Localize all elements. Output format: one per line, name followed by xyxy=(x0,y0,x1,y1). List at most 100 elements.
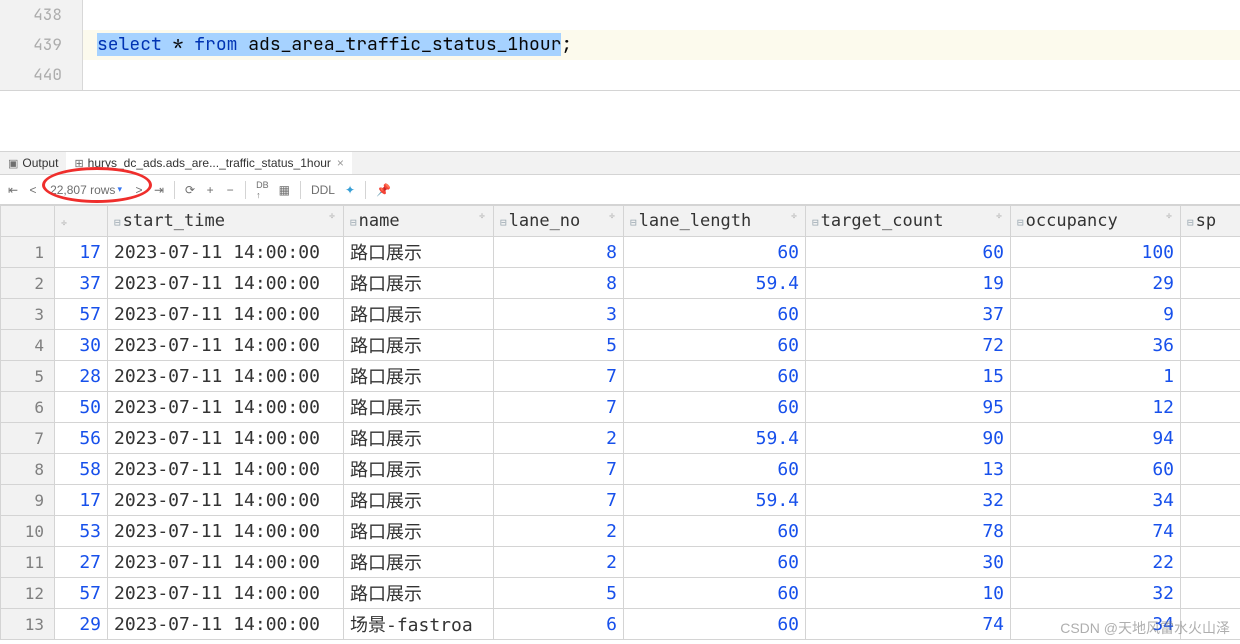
cell[interactable]: 78 xyxy=(806,516,1011,547)
cell[interactable]: 58 xyxy=(55,454,108,485)
col-header[interactable]: ⊟name÷ xyxy=(344,206,494,237)
rownum-header[interactable] xyxy=(1,206,55,237)
cell[interactable]: 路口展示 xyxy=(344,392,494,423)
cell[interactable]: 8 xyxy=(494,237,624,268)
cell[interactable]: 72 xyxy=(806,330,1011,361)
cell[interactable]: 路口展示 xyxy=(344,237,494,268)
cell[interactable]: 2023-07-11 14:00:00 xyxy=(108,392,344,423)
cell[interactable]: 36 xyxy=(1011,330,1181,361)
cell[interactable] xyxy=(1181,609,1240,640)
cell[interactable] xyxy=(1181,454,1240,485)
cell[interactable]: 30 xyxy=(55,330,108,361)
table-row[interactable]: 12572023-07-11 14:00:00路口展示5601032 xyxy=(1,578,1240,609)
cell[interactable]: 27 xyxy=(55,547,108,578)
editor-content[interactable]: select * from ads_area_traffic_status_1h… xyxy=(83,0,1240,90)
cell[interactable]: 100 xyxy=(1011,237,1181,268)
cell[interactable]: 6 xyxy=(494,609,624,640)
cell[interactable]: 2023-07-11 14:00:00 xyxy=(108,578,344,609)
cell[interactable]: 60 xyxy=(624,578,806,609)
rownum-cell[interactable]: 6 xyxy=(1,392,55,423)
cell[interactable]: 2 xyxy=(494,423,624,454)
cell[interactable]: 94 xyxy=(1011,423,1181,454)
rownum-cell[interactable]: 3 xyxy=(1,299,55,330)
cell[interactable]: 7 xyxy=(494,485,624,516)
rownum-cell[interactable]: 5 xyxy=(1,361,55,392)
cell[interactable]: 2023-07-11 14:00:00 xyxy=(108,485,344,516)
rownum-cell[interactable]: 9 xyxy=(1,485,55,516)
cell[interactable]: 13 xyxy=(806,454,1011,485)
rownum-cell[interactable]: 8 xyxy=(1,454,55,485)
commit-button[interactable]: DB↑ xyxy=(252,178,273,202)
cell[interactable]: 60 xyxy=(1011,454,1181,485)
cell[interactable]: 2023-07-11 14:00:00 xyxy=(108,361,344,392)
table-row[interactable]: 4302023-07-11 14:00:00路口展示5607236 xyxy=(1,330,1240,361)
cell[interactable]: 1 xyxy=(1011,361,1181,392)
cell[interactable]: 7 xyxy=(494,454,624,485)
tab-result[interactable]: ⊞ hurys_dc_ads.ads_are..._traffic_status… xyxy=(66,152,352,174)
cell[interactable]: 路口展示 xyxy=(344,454,494,485)
col-header[interactable]: ⊟lane_length÷ xyxy=(624,206,806,237)
cell[interactable]: 34 xyxy=(1011,609,1181,640)
cell[interactable]: 37 xyxy=(806,299,1011,330)
cell[interactable]: 17 xyxy=(55,237,108,268)
cell[interactable] xyxy=(1181,578,1240,609)
col-header[interactable]: ⊟lane_no÷ xyxy=(494,206,624,237)
cell[interactable]: 7 xyxy=(494,392,624,423)
cell[interactable]: 路口展示 xyxy=(344,578,494,609)
cell[interactable]: 路口展示 xyxy=(344,330,494,361)
rownum-cell[interactable]: 13 xyxy=(1,609,55,640)
cell[interactable]: 5 xyxy=(494,578,624,609)
tab-output[interactable]: ▣ Output xyxy=(0,152,66,174)
table-row[interactable]: 3572023-07-11 14:00:00路口展示360379 xyxy=(1,299,1240,330)
table-row[interactable]: 9172023-07-11 14:00:00路口展示759.43234 xyxy=(1,485,1240,516)
cell[interactable] xyxy=(1181,392,1240,423)
cell[interactable]: 56 xyxy=(55,423,108,454)
cell[interactable]: 路口展示 xyxy=(344,268,494,299)
col-header[interactable]: ÷ xyxy=(55,206,108,237)
cell[interactable]: 9 xyxy=(1011,299,1181,330)
cell[interactable]: 29 xyxy=(1011,268,1181,299)
cell[interactable]: 2023-07-11 14:00:00 xyxy=(108,330,344,361)
cell[interactable]: 90 xyxy=(806,423,1011,454)
cell[interactable]: 3 xyxy=(494,299,624,330)
cell[interactable]: 2023-07-11 14:00:00 xyxy=(108,454,344,485)
cell[interactable]: 74 xyxy=(806,609,1011,640)
cell[interactable]: 5 xyxy=(494,330,624,361)
cell[interactable] xyxy=(1181,299,1240,330)
col-header[interactable]: ⊟occupancy÷ xyxy=(1011,206,1181,237)
cell[interactable]: 2023-07-11 14:00:00 xyxy=(108,299,344,330)
col-header[interactable]: ⊟sp xyxy=(1181,206,1240,237)
cell[interactable]: 34 xyxy=(1011,485,1181,516)
cell[interactable]: 15 xyxy=(806,361,1011,392)
rollback-button[interactable]: ▦ xyxy=(275,181,294,199)
export-button[interactable]: ✦ xyxy=(341,181,359,199)
cell[interactable]: 28 xyxy=(55,361,108,392)
code-line[interactable]: select * from ads_area_traffic_status_1h… xyxy=(83,30,1240,60)
ddl-button[interactable]: DDL xyxy=(307,181,339,199)
table-row[interactable]: 2372023-07-11 14:00:00路口展示859.41929 xyxy=(1,268,1240,299)
cell[interactable]: 7 xyxy=(494,361,624,392)
last-page-button[interactable]: ⇥ xyxy=(150,181,168,199)
cell[interactable]: 路口展示 xyxy=(344,485,494,516)
table-row[interactable]: 13292023-07-11 14:00:00场景-fastroa6607434 xyxy=(1,609,1240,640)
cell[interactable]: 17 xyxy=(55,485,108,516)
col-header[interactable]: ⊟target_count÷ xyxy=(806,206,1011,237)
cell[interactable]: 22 xyxy=(1011,547,1181,578)
cell[interactable] xyxy=(1181,485,1240,516)
table-row[interactable]: 1172023-07-11 14:00:00路口展示86060100 xyxy=(1,237,1240,268)
reload-button[interactable]: ⟳ xyxy=(181,181,199,199)
cell[interactable]: 19 xyxy=(806,268,1011,299)
cell[interactable]: 37 xyxy=(55,268,108,299)
cell[interactable]: 60 xyxy=(624,516,806,547)
cell[interactable]: 59.4 xyxy=(624,423,806,454)
prev-page-button[interactable]: < xyxy=(24,181,42,199)
cell[interactable]: 57 xyxy=(55,299,108,330)
rownum-cell[interactable]: 11 xyxy=(1,547,55,578)
cell[interactable]: 60 xyxy=(624,454,806,485)
add-row-button[interactable]: + xyxy=(201,181,219,199)
col-header[interactable]: ⊟start_time÷ xyxy=(108,206,344,237)
cell[interactable]: 95 xyxy=(806,392,1011,423)
rows-count-dropdown[interactable]: 22,807 rows ▾ xyxy=(44,183,128,197)
cell[interactable]: 60 xyxy=(624,609,806,640)
result-grid[interactable]: ÷ ⊟start_time÷ ⊟name÷ ⊟lane_no÷ ⊟lane_le… xyxy=(0,205,1240,640)
